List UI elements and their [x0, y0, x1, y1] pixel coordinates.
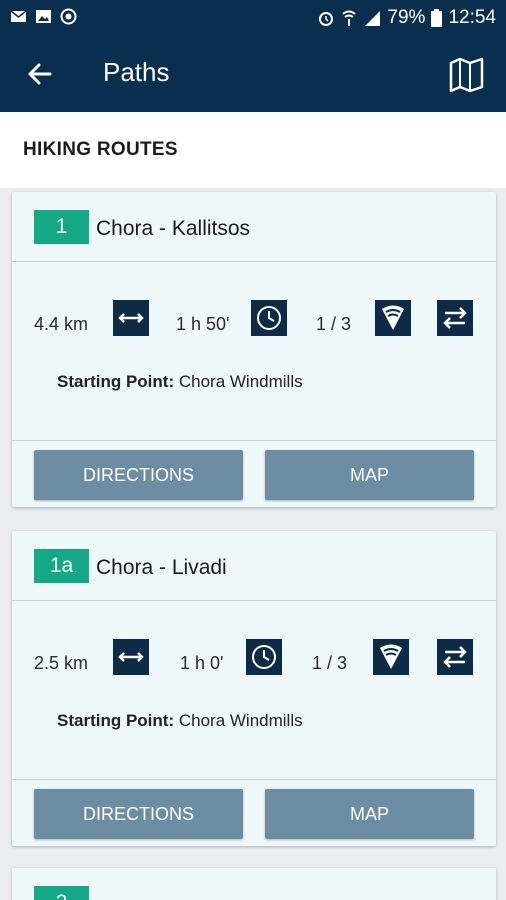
- starting-point: Starting Point: Chora Windmills: [57, 372, 303, 392]
- arrow-left-icon: [28, 63, 52, 85]
- battery-icon: [431, 9, 443, 27]
- app-bar: Paths: [0, 36, 506, 112]
- route-difficulty: 1 / 3: [316, 314, 352, 334]
- section-title: HIKING ROUTES: [23, 139, 178, 160]
- route-name: Chora - Livadi: [96, 556, 227, 579]
- route-card[interactable]: 1a Chora - Livadi 2.5 km 1 h 0' 1 / 3 St…: [12, 531, 496, 846]
- page-title: Paths: [103, 57, 170, 87]
- system-status: 79% 12:54: [317, 7, 496, 29]
- difficulty-icon: [375, 300, 411, 336]
- route-card-header: 1a Chora - Livadi: [12, 531, 496, 601]
- route-number-badge: 2: [34, 886, 89, 900]
- alarm-icon: [319, 12, 334, 26]
- email-icon: [10, 8, 27, 25]
- route-number-badge: 1a: [34, 549, 89, 583]
- starting-point-value: Chora Windmills: [178, 372, 303, 391]
- notification-icons: [10, 8, 77, 25]
- starting-point-value: Chora Windmills: [178, 711, 303, 730]
- route-duration: 1 h 0': [180, 653, 224, 673]
- map-button[interactable]: MAP: [265, 450, 474, 500]
- clock: 12:54: [448, 7, 496, 28]
- route-name: Chora - Kallitsos: [96, 217, 251, 240]
- status-bar: 79% 12:54: [0, 0, 506, 36]
- route-number-badge: 1: [34, 210, 89, 244]
- route-card-actions: DIRECTIONS MAP: [12, 440, 496, 507]
- starting-point-label: Starting Point:: [57, 372, 175, 391]
- map-button[interactable]: [446, 54, 488, 94]
- battery-level: 79%: [387, 7, 426, 28]
- clock-icon: [251, 300, 287, 336]
- distance-icon: [113, 639, 149, 675]
- route-distance: 4.4 km: [34, 314, 89, 334]
- difficulty-icon: [373, 639, 409, 675]
- clock-icon: [246, 639, 282, 675]
- back-button[interactable]: [20, 56, 60, 92]
- map-icon: [449, 57, 484, 93]
- route-direction-icon: [437, 300, 473, 336]
- route-stats: 4.4 km 1 h 50' 1 / 3 Starting Point: Cho…: [12, 262, 496, 440]
- route-duration: 1 h 50': [176, 314, 230, 334]
- signal-icon: [365, 11, 381, 26]
- route-stats: 2.5 km 1 h 0' 1 / 3 Starting Point: Chor…: [12, 601, 496, 779]
- directions-button[interactable]: DIRECTIONS: [34, 789, 243, 839]
- route-difficulty: 1 / 3: [312, 653, 348, 673]
- route-card[interactable]: 2: [12, 868, 496, 900]
- route-direction-icon: [437, 639, 473, 675]
- wifi-icon: [342, 10, 357, 26]
- route-list[interactable]: HIKING ROUTES 1 Chora - Kallitsos 4.4 km…: [0, 112, 506, 900]
- route-card-header: 1 Chora - Kallitsos: [12, 192, 496, 262]
- starting-point: Starting Point: Chora Windmills: [57, 711, 303, 731]
- route-distance: 2.5 km: [34, 653, 89, 673]
- image-icon: [35, 8, 52, 25]
- sync-icon: [60, 8, 77, 25]
- starting-point-label: Starting Point:: [57, 711, 175, 730]
- route-card-actions: DIRECTIONS MAP: [12, 779, 496, 846]
- map-button[interactable]: MAP: [265, 789, 474, 839]
- route-card[interactable]: 1 Chora - Kallitsos 4.4 km 1 h 50' 1 / 3…: [12, 192, 496, 507]
- section-header: HIKING ROUTES: [0, 112, 506, 188]
- directions-button[interactable]: DIRECTIONS: [34, 450, 243, 500]
- distance-icon: [113, 300, 149, 336]
